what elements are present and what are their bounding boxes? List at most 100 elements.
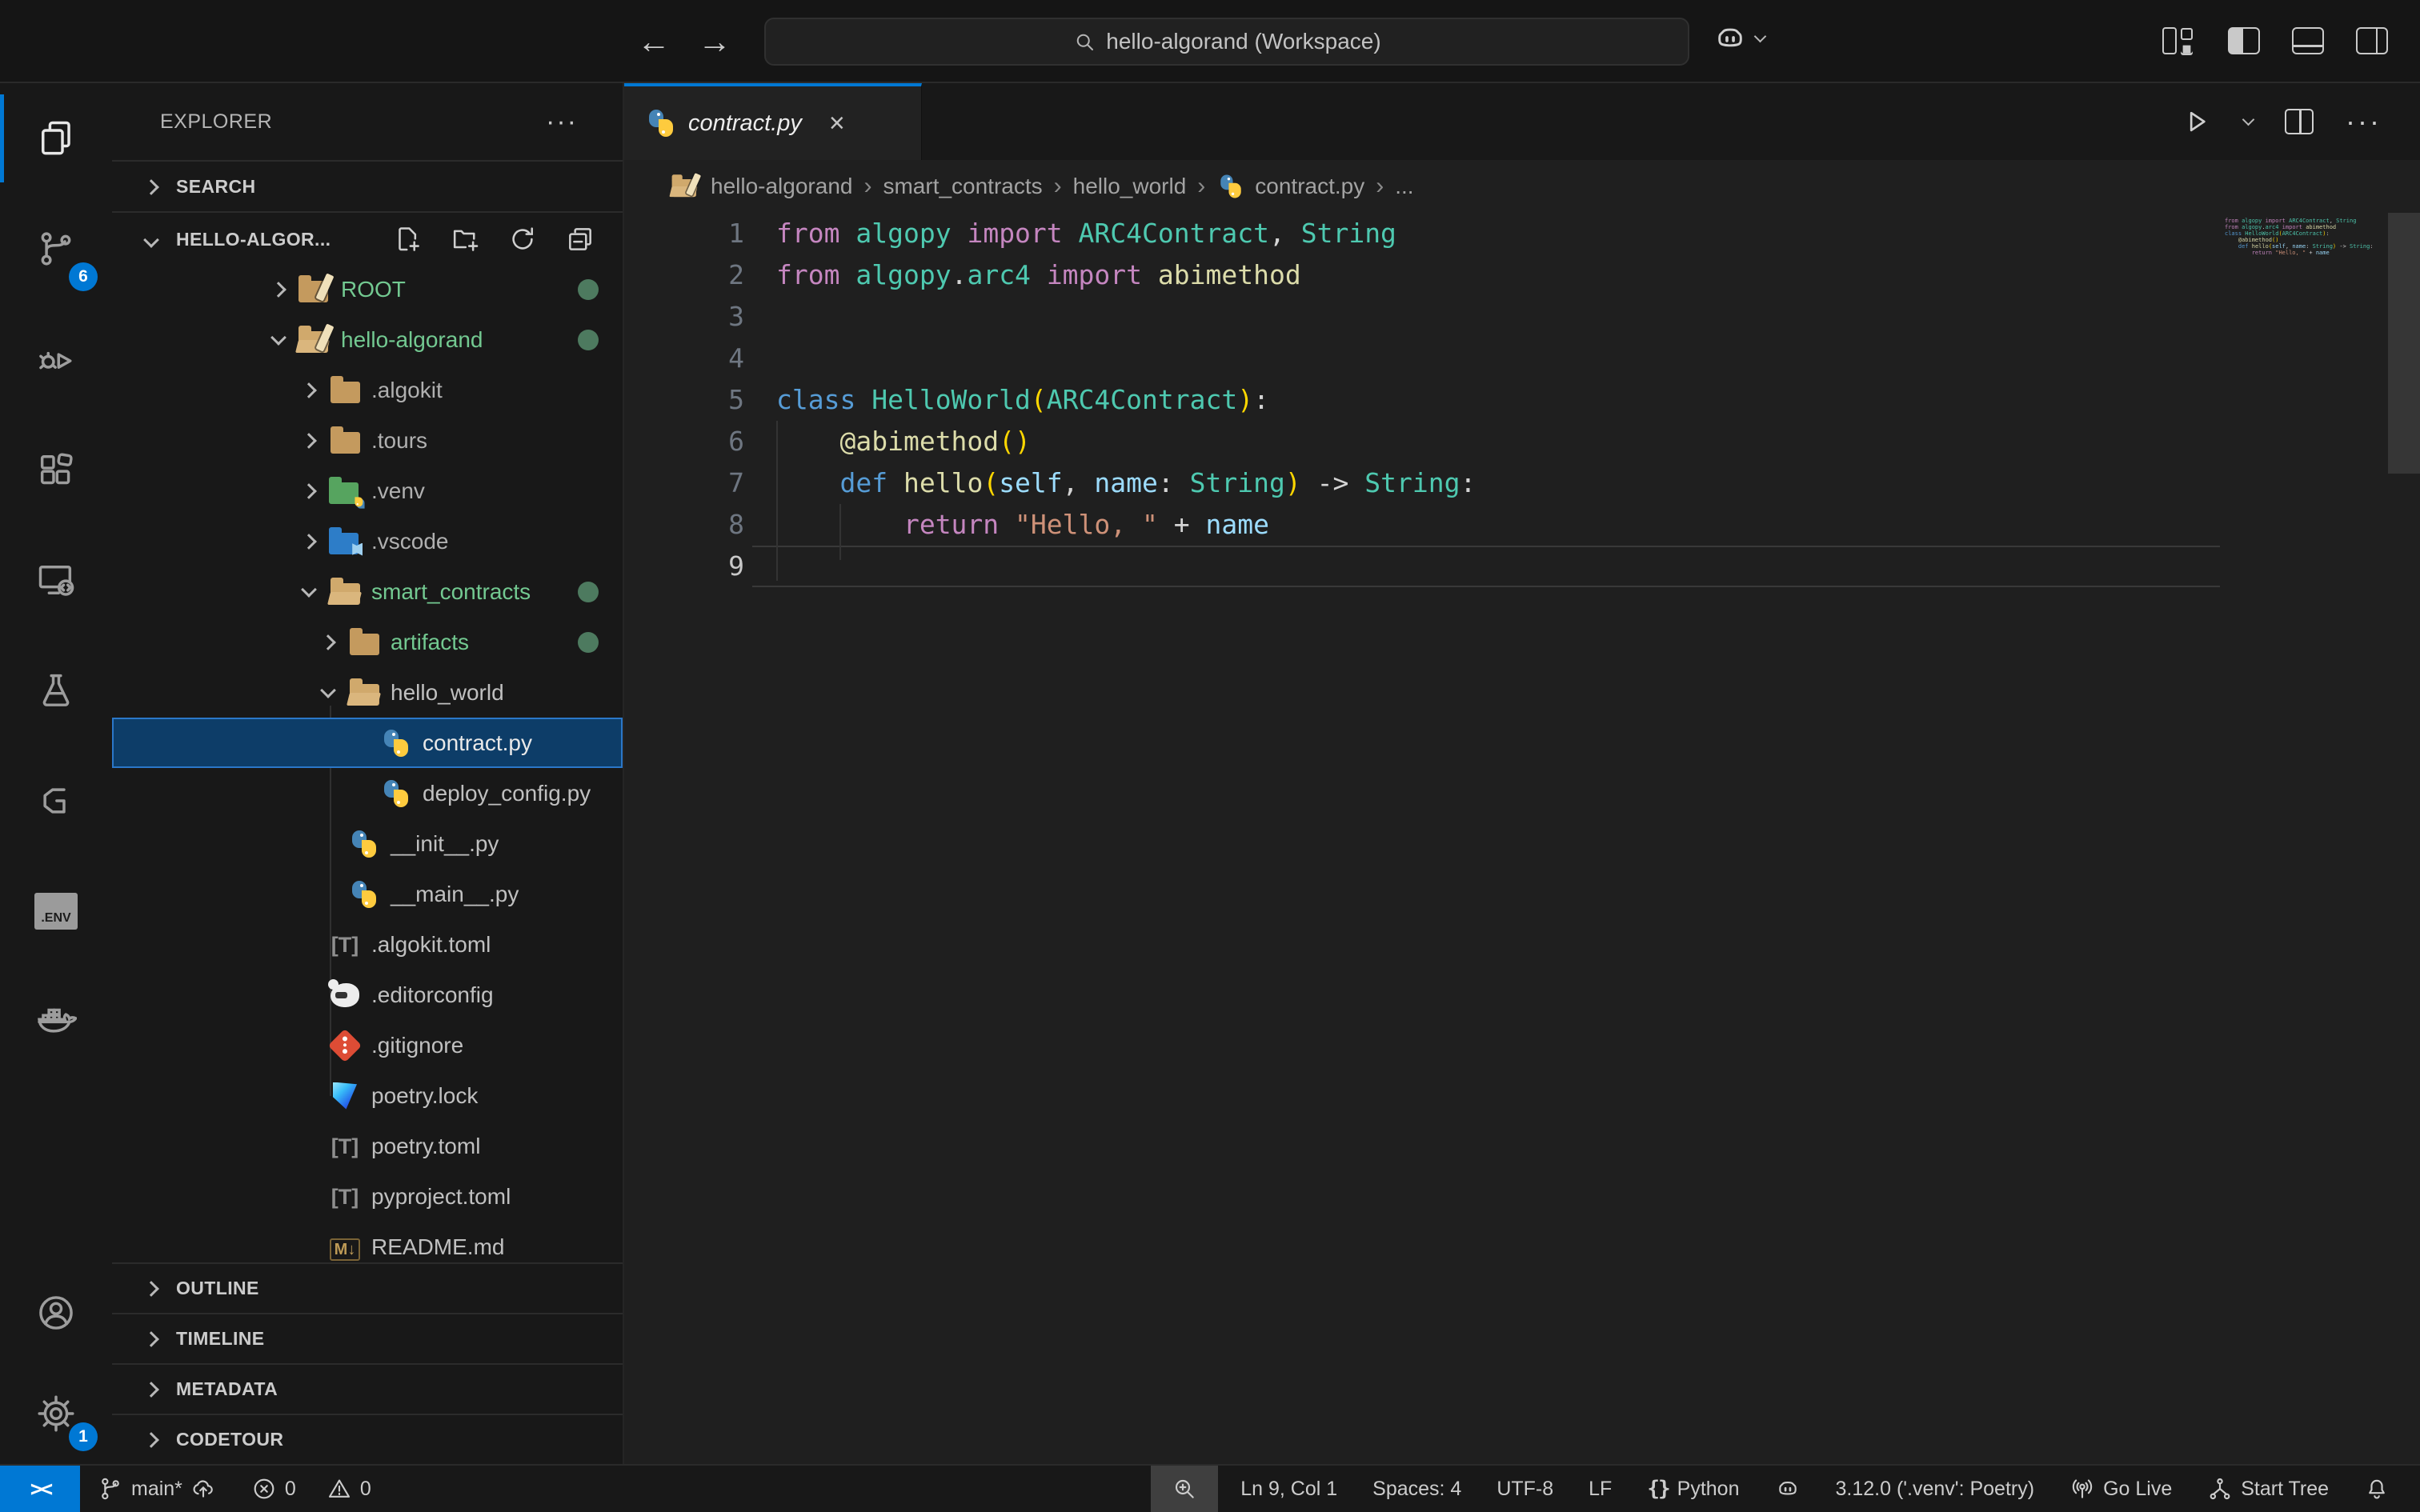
crumb-contract.py[interactable]: contract.py [1216,172,1364,201]
customize-layout-icon[interactable] [2161,26,2196,56]
section-codetour[interactable]: CODETOUR [112,1414,623,1464]
code-line-4: 4 [624,338,2420,379]
search-icon [1072,30,1096,54]
code-editor[interactable]: 1from algopy import ARC4Contract, String… [624,213,2420,1464]
activity-dotenv[interactable]: .ENV [0,856,112,966]
tree-item-README.md[interactable]: README.md [112,1222,623,1262]
more-actions-icon[interactable]: ··· [546,106,578,138]
run-dropdown-icon[interactable] [2242,113,2255,126]
status-item-problems[interactable]: 00 [234,1466,389,1512]
section-timeline[interactable]: TIMELINE [112,1313,623,1363]
scrollbar[interactable] [2388,213,2420,474]
chevron-down-icon [143,232,159,248]
tree-item-artifacts[interactable]: artifacts [112,617,623,667]
indent-guide [839,504,841,560]
status-item-zoom-indicator[interactable] [1151,1466,1218,1512]
activity-extensions[interactable] [0,414,112,525]
activity-accounts[interactable] [0,1262,112,1363]
line-number: 8 [624,504,744,546]
tree-item-label: poetry.lock [371,1083,478,1109]
activity-testing[interactable] [0,635,112,746]
tree-item-deploy_config.py[interactable]: deploy_config.py [112,768,623,818]
python-icon [378,729,415,758]
tree-item-.algokit.toml[interactable]: .algokit.toml [112,919,623,970]
close-icon[interactable]: × [829,108,845,139]
git-status-dot [578,632,599,653]
tree-item-.editorconfig[interactable]: .editorconfig [112,970,623,1020]
tree-item-.venv[interactable]: .venv [112,466,623,516]
activity-explorer[interactable] [0,83,112,194]
run-button[interactable] [2180,106,2212,138]
nav-forward-icon[interactable]: → [695,22,735,61]
tree-item-ROOT[interactable]: ROOT [112,264,623,314]
status-item-start-tree[interactable]: Start Tree [2190,1466,2346,1512]
crumb-hello_world[interactable]: hello_world [1073,174,1187,199]
tree-item-poetry.toml[interactable]: poetry.toml [112,1121,623,1171]
activity-run-and-debug[interactable] [0,304,112,414]
tree-item-.gitignore[interactable]: .gitignore [112,1020,623,1070]
status-item-eol[interactable]: LF [1571,1466,1629,1512]
status-item-go-live[interactable]: Go Live [2052,1466,2190,1512]
tab-contract-py[interactable]: contract.py × [624,83,922,160]
activity-source-control[interactable]: 6 [0,194,112,304]
activity-algokit[interactable] [0,746,112,856]
status-item-git-branch[interactable]: main* [80,1466,234,1512]
crumb-hello-algorand[interactable]: hello-algorand [669,174,852,199]
git-status-dot [578,279,599,300]
status-item-cursor-position[interactable]: Ln 9, Col 1 [1223,1466,1355,1512]
toggle-panel-icon[interactable] [2292,27,2324,54]
section-metadata[interactable]: METADATA [112,1363,623,1414]
line-number: 9 [624,546,744,587]
tree-item-.algokit[interactable]: .algokit [112,365,623,415]
toggle-primary-sidebar-icon[interactable] [2228,27,2260,54]
tree-item-hello-algorand[interactable]: hello-algorand [112,314,623,365]
tree-item-label: __main__.py [391,882,519,907]
section-workspace[interactable]: HELLO-ALGOR... [112,214,623,264]
tree-item-contract.py[interactable]: contract.py [112,718,623,768]
tree-item-poetry.lock[interactable]: poetry.lock [112,1070,623,1121]
nav-back-icon[interactable]: ← [634,22,674,61]
python-icon [647,109,675,138]
tree-item-__init__.py[interactable]: __init__.py [112,818,623,869]
minimap[interactable]: from algopy import ARC4Contract, Stringf… [2225,218,2382,256]
tree-item-.vscode[interactable]: .vscode [112,516,623,566]
copilot-menu[interactable] [1713,21,1765,56]
new-folder-icon[interactable] [450,224,480,254]
status-item-remote[interactable]: >< [0,1466,80,1512]
zoom-icon [1172,1476,1197,1502]
split-editor-icon[interactable] [2285,109,2314,134]
section-outline[interactable]: OUTLINE [112,1262,623,1313]
toggle-secondary-sidebar-icon[interactable] [2356,27,2388,54]
crumb-...[interactable]: ... [1395,174,1413,199]
tab-label: contract.py [688,110,802,137]
status-label: LF [1589,1478,1612,1501]
tree-item-.tours[interactable]: .tours [112,415,623,466]
section-search[interactable]: SEARCH [112,160,623,213]
tree-item-pyproject.toml[interactable]: pyproject.toml [112,1171,623,1222]
status-item-language[interactable]: {}Python [1629,1466,1757,1512]
line-number: 7 [624,462,744,504]
title-bar: ← → hello-algorand (Workspace) [0,0,2420,83]
tree-item-hello_world[interactable]: hello_world [112,667,623,718]
vscode-folder-icon [327,529,363,554]
crumb-label: smart_contracts [883,174,1042,199]
activity-settings[interactable]: 1 [0,1363,112,1464]
status-item-python-interpreter[interactable]: 3.12.0 ('.venv': Poetry) [1818,1466,2053,1512]
tree-item-label: pyproject.toml [371,1184,511,1210]
refresh-icon[interactable] [507,224,538,254]
activity-remote-explorer[interactable] [0,525,112,635]
status-item-notifications[interactable] [2346,1466,2407,1512]
tree-item-__main__.py[interactable]: __main__.py [112,869,623,919]
poetry-icon [327,1082,363,1110]
collapse-all-icon[interactable] [565,224,595,254]
command-center-search[interactable]: hello-algorand (Workspace) [764,18,1689,66]
status-item-encoding[interactable]: UTF-8 [1479,1466,1571,1512]
tree-item-smart_contracts[interactable]: smart_contracts [112,566,623,617]
new-file-icon[interactable] [392,224,423,254]
chevron-right-icon [143,1432,159,1448]
activity-docker[interactable] [0,966,112,1077]
crumb-smart_contracts[interactable]: smart_contracts [883,174,1042,199]
status-item-copilot[interactable] [1757,1466,1818,1512]
status-item-indentation[interactable]: Spaces: 4 [1355,1466,1479,1512]
more-actions-icon[interactable]: ··· [2346,105,2382,138]
